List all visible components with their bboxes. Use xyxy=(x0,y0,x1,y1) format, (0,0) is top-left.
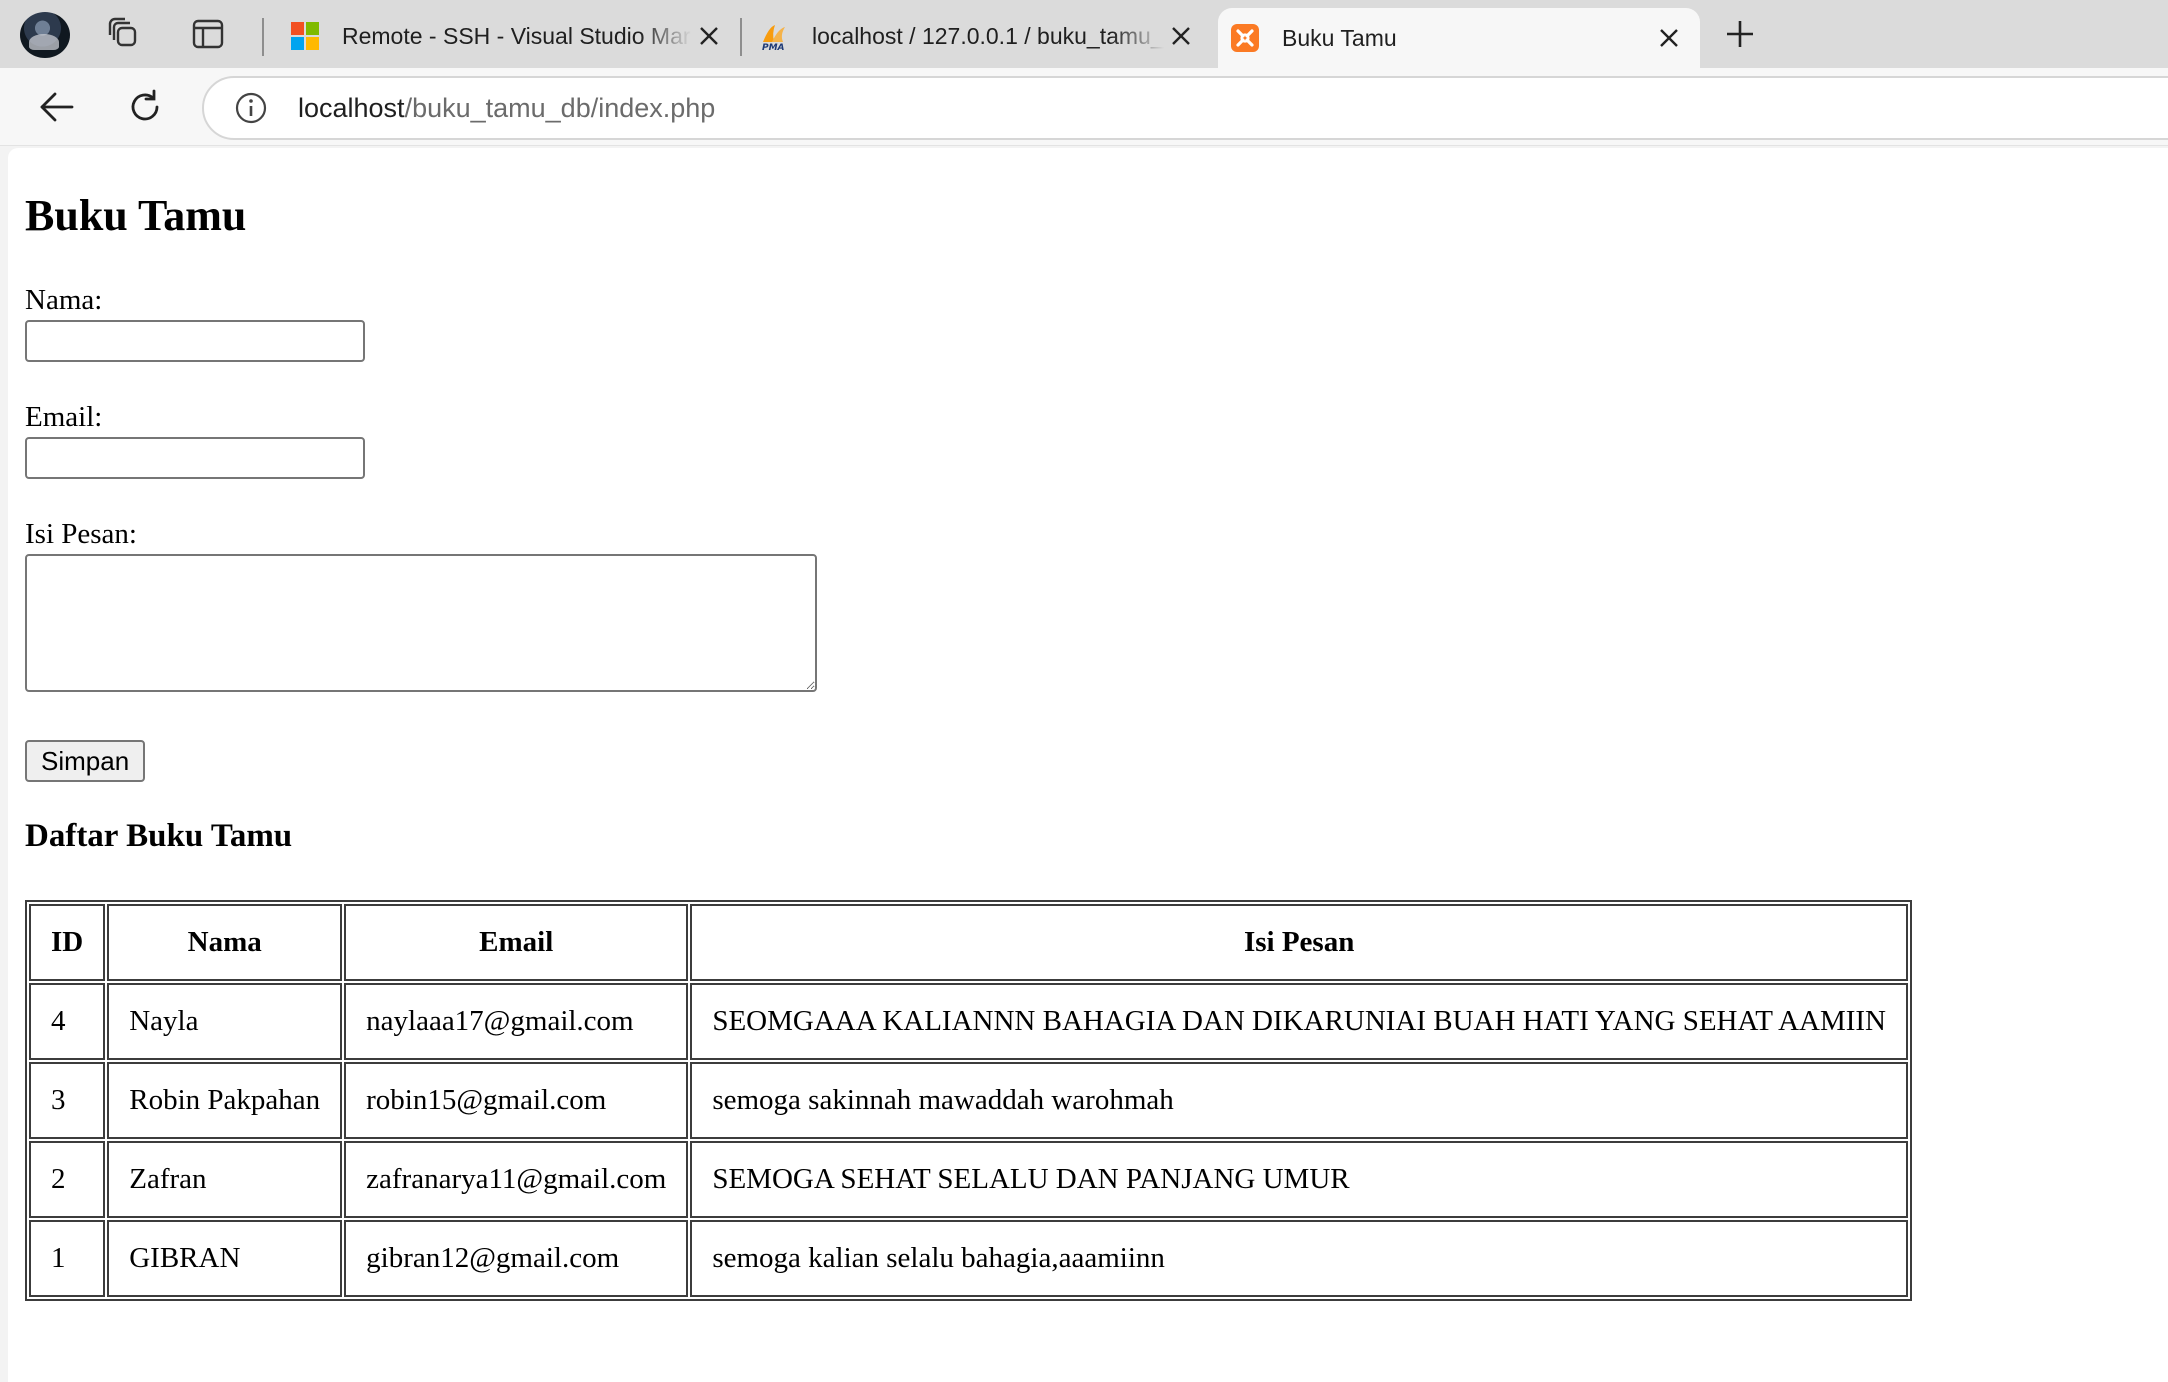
back-arrow-icon[interactable] xyxy=(32,82,82,132)
cell-email: zafranarya11@gmail.com xyxy=(344,1141,689,1218)
table-header-row: ID Nama Email Isi Pesan xyxy=(29,904,1908,981)
cell-isi-pesan: semoga sakinnah mawaddah warohmah xyxy=(690,1062,1908,1139)
table-row: 3 Robin Pakpahan robin15@gmail.com semog… xyxy=(29,1062,1908,1139)
email-label: Email: xyxy=(25,401,103,433)
tab-title: localhost / 127.0.0.1 / buku_tamu_db xyxy=(812,22,1164,49)
header-isi-pesan: Isi Pesan xyxy=(690,904,1908,981)
table-row: 4 Nayla naylaaa17@gmail.com SEOMGAAA KAL… xyxy=(29,983,1908,1060)
site-info-icon[interactable] xyxy=(234,91,268,125)
nama-input[interactable] xyxy=(25,320,365,362)
cell-id: 2 xyxy=(29,1141,106,1218)
cell-nama: Nayla xyxy=(107,983,343,1060)
cell-id: 1 xyxy=(29,1220,106,1297)
workspaces-icon[interactable] xyxy=(100,12,148,56)
cell-id: 4 xyxy=(29,983,106,1060)
cell-email: naylaaa17@gmail.com xyxy=(344,983,689,1060)
page-title: Buku Tamu xyxy=(25,191,247,240)
email-input[interactable] xyxy=(25,437,365,479)
tab-separator xyxy=(262,18,264,56)
url-host: localhost xyxy=(298,92,405,123)
close-tab-icon[interactable] xyxy=(1652,21,1686,55)
close-tab-icon[interactable] xyxy=(1164,19,1198,53)
header-email: Email xyxy=(344,904,689,981)
xampp-icon xyxy=(1231,24,1259,52)
svg-text:PMA: PMA xyxy=(762,43,785,51)
new-tab-icon[interactable] xyxy=(1716,12,1764,56)
microsoft-logo-icon xyxy=(291,22,319,50)
tab-phpmyadmin[interactable]: PMA localhost / 127.0.0.1 / buku_tamu_db xyxy=(742,8,1212,64)
cell-isi-pesan: SEMOGA SEHAT SELALU DAN PANJANG UMUR xyxy=(690,1141,1908,1218)
simpan-button[interactable]: Simpan xyxy=(25,740,146,782)
phpmyadmin-icon: PMA xyxy=(762,25,785,51)
url-text: localhost/buku_tamu_db/index.php xyxy=(298,93,715,124)
table-row: 2 Zafran zafranarya11@gmail.com SEMOGA S… xyxy=(29,1141,1908,1218)
list-heading: Daftar Buku Tamu xyxy=(25,818,293,854)
nama-label: Nama: xyxy=(25,284,103,316)
isi-pesan-textarea[interactable] xyxy=(25,554,817,692)
cell-nama: GIBRAN xyxy=(107,1220,343,1297)
isi-pesan-label: Isi Pesan: xyxy=(25,518,137,550)
tab-title: Buku Tamu xyxy=(1282,24,1397,51)
browser-toolbar: localhost/buku_tamu_db/index.php xyxy=(0,68,2168,146)
tab-vscode-marketplace[interactable]: Remote - SSH - Visual Studio Marketplace xyxy=(272,8,740,64)
cell-id: 3 xyxy=(29,1062,106,1139)
reload-icon[interactable] xyxy=(120,82,170,132)
cell-isi-pesan: SEOMGAAA KALIANNN BAHAGIA DAN DIKARUNIAI… xyxy=(690,983,1908,1060)
tab-title: Remote - SSH - Visual Studio Marketplace xyxy=(342,22,692,49)
page-viewport: Buku Tamu Nama: Email: Isi Pesan: Simpan… xyxy=(8,148,2168,1382)
tab-buku-tamu[interactable]: Buku Tamu xyxy=(1218,8,1700,68)
header-id: ID xyxy=(29,904,106,981)
close-tab-icon[interactable] xyxy=(692,19,726,53)
cell-isi-pesan: semoga kalian selalu bahagia,aaamiinn xyxy=(690,1220,1908,1297)
vertical-tabs-icon[interactable] xyxy=(184,12,232,56)
tab-strip: Remote - SSH - Visual Studio Marketplace… xyxy=(0,0,2168,68)
address-bar[interactable]: localhost/buku_tamu_db/index.php xyxy=(202,76,2168,140)
guestbook-table: ID Nama Email Isi Pesan 4 Nayla naylaaa1… xyxy=(25,900,1912,1301)
profile-avatar[interactable] xyxy=(20,12,70,58)
cell-email: gibran12@gmail.com xyxy=(344,1220,689,1297)
header-nama: Nama xyxy=(107,904,343,981)
cell-nama: Zafran xyxy=(107,1141,343,1218)
table-row: 1 GIBRAN gibran12@gmail.com semoga kalia… xyxy=(29,1220,1908,1297)
cell-nama: Robin Pakpahan xyxy=(107,1062,343,1139)
url-path: /buku_tamu_db/index.php xyxy=(404,92,716,123)
cell-email: robin15@gmail.com xyxy=(344,1062,689,1139)
